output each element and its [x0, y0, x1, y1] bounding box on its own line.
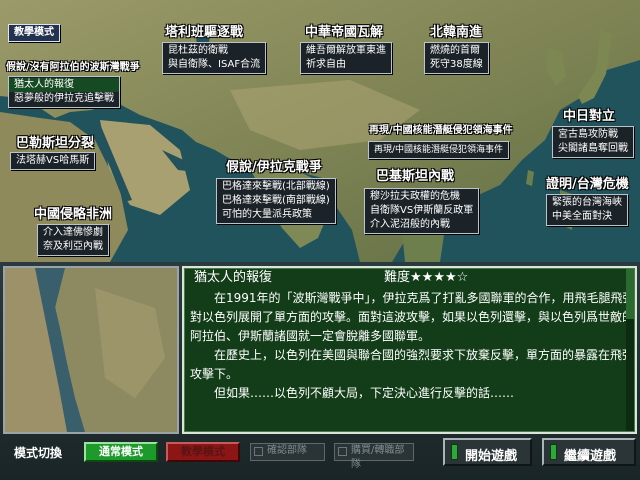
region-title-china-collapse: 中華帝國瓦解 [305, 25, 384, 40]
indicator-lamp-icon [550, 444, 557, 460]
teaching-mode-button[interactable]: 教學模式 [166, 442, 240, 462]
scenario-option[interactable]: 穆沙拉夫政權的危機 [370, 190, 473, 204]
purchase-deploy-button[interactable]: 購買/轉職部隊 [334, 443, 414, 470]
scenario-option-selected[interactable]: 猶太人的報復 [9, 78, 119, 92]
deploy-check-button[interactable]: 確認部隊 [250, 443, 325, 461]
scenario-option[interactable]: 維吾爾解放軍東進 [306, 44, 386, 58]
scenario-box-nuclear-sub[interactable]: 再現/中國核能潛艇侵犯領海事件 [368, 141, 510, 159]
scenario-option[interactable]: 自衛隊VS伊斯蘭反政軍 [370, 204, 473, 218]
region-title-pakistan: 巴基斯坦內戰 [376, 169, 455, 184]
scenario-box-china-collapse[interactable]: 維吾爾解放軍東進 祈求自由 [300, 42, 392, 74]
region-title-palestine: 巴勒斯坦分裂 [16, 136, 95, 151]
scenario-box-sino-japan[interactable]: 宮古島攻防戰 尖閣諸島奪回戰 [552, 126, 634, 158]
region-title-africa: 中國侵略非洲 [34, 207, 113, 222]
scenario-option[interactable]: 死守38度線 [430, 58, 483, 72]
briefing-header: 猶太人的報復 難度★★★★☆ [190, 268, 630, 286]
scenario-option[interactable]: 可怕的大量派兵政策 [222, 208, 330, 222]
briefing-scrollbar[interactable] [626, 269, 634, 431]
briefing-title: 猶太人的報復 [194, 270, 273, 285]
briefing-panel: 猶太人的報復 難度★★★★☆ 在1991年的「波斯灣戰爭中」，伊拉克爲了打亂多國… [182, 266, 637, 434]
mode-switch-label: 模式切換 [14, 446, 63, 460]
region-title-afghanistan: 塔利班驅逐戰 [165, 25, 244, 40]
indicator-lamp-icon [451, 444, 458, 460]
region-title-north-korea: 北韓南進 [430, 25, 483, 40]
tab-teaching-mode[interactable]: 教學模式 [8, 24, 60, 42]
scenario-option[interactable]: 緊張的台灣海峽 [552, 196, 622, 210]
scenario-option[interactable]: 巴格達來擊戰(北部戰線) [222, 180, 330, 194]
scenario-option[interactable]: 昆杜茲的衛戰 [168, 44, 260, 58]
minimap-terrain [5, 268, 177, 432]
checkbox-icon [338, 447, 347, 456]
bottom-bar: 模式切換 通常模式 教學模式 確認部隊 購買/轉職部隊 開始遊戲 繼續遊戲 [0, 436, 640, 480]
scenario-option[interactable]: 燃燒的首爾 [430, 44, 483, 58]
scenario-option[interactable]: 再現/中國核能潛艇侵犯領海事件 [374, 143, 503, 157]
scenario-box-taiwan[interactable]: 緊張的台灣海峽 中美全面對決 [546, 194, 628, 226]
scenario-option[interactable]: 介入泥沼般的內戰 [370, 218, 473, 232]
region-title-iraq-hypothesis: 假說/伊拉克戰爭 [226, 160, 322, 175]
scenario-box-africa[interactable]: 介入達佛慘劇 奈及利亞內戰 [37, 224, 109, 256]
scenario-box-pakistan[interactable]: 穆沙拉夫政權的危機 自衛隊VS伊斯蘭反政軍 介入泥沼般的內戰 [364, 188, 480, 234]
difficulty-label: 難度 [384, 270, 411, 285]
scenario-box-north-korea[interactable]: 燃燒的首爾 死守38度線 [424, 42, 489, 74]
difficulty-stars: ★★★★☆ [410, 270, 469, 285]
normal-mode-button[interactable]: 通常模式 [84, 442, 158, 462]
world-map: 教學模式 塔利班驅逐戰 昆杜茲的衛戰 與自衛隊、ISAF合流 中華帝國瓦解 維吾… [0, 0, 640, 262]
scenario-option[interactable]: 宮古島攻防戰 [558, 128, 628, 142]
briefing-paragraph: 但如果……以色列不顧大局，下定決心進行反擊的話…… [214, 386, 515, 400]
tab-label: 教學模式 [14, 27, 54, 38]
scenario-option[interactable]: 巴格達來擊戰(南部戰線) [222, 194, 330, 208]
region-title-sino-japan: 中日對立 [563, 109, 616, 124]
scenario-option[interactable]: 惡夢般的伊拉克追擊戰 [14, 92, 114, 106]
continue-game-button[interactable]: 繼續遊戲 [542, 438, 636, 466]
game-screen: 教學模式 塔利班驅逐戰 昆杜茲的衛戰 與自衛隊、ISAF合流 中華帝國瓦解 維吾… [0, 0, 640, 480]
region-title-taiwan: 證明/台灣危機 [546, 177, 629, 192]
difficulty-rating: 難度★★★★☆ [384, 268, 468, 287]
checkbox-icon [254, 447, 263, 456]
deploy-check-label: 確認部隊 [267, 445, 307, 456]
scenario-option[interactable]: 與自衛隊、ISAF合流 [168, 58, 260, 72]
scenario-box-iraq-hypothesis[interactable]: 巴格達來擊戰(北部戰線) 巴格達來擊戰(南部戰線) 可怕的大量派兵政策 [216, 178, 336, 224]
scenario-box-palestine[interactable]: 法塔赫VS哈馬斯 [10, 152, 96, 170]
purchase-deploy-label: 購買/轉職部隊 [351, 445, 405, 470]
scrollbar-thumb[interactable] [626, 269, 634, 319]
continue-game-label: 繼續遊戲 [564, 449, 617, 464]
region-title-nuclear-sub: 再現/中國核能潛艇侵犯領海事件 [369, 125, 513, 136]
briefing-body: 在1991年的「波斯灣戰爭中」，伊拉克爲了打亂多國聯軍的合作，用飛毛腿飛彈對以色… [190, 289, 635, 403]
scenario-box-gulf-hypothesis[interactable]: 猶太人的報復 惡夢般的伊拉克追擊戰 [8, 76, 120, 108]
briefing-paragraph: 在歷史上，以色列在美國與聯合國的強烈要求下放棄反擊，單方面的暴露在飛彈攻擊下。 [190, 348, 635, 381]
scenario-option[interactable]: 尖閣諸島奪回戰 [558, 142, 628, 156]
scenario-option[interactable]: 奈及利亞內戰 [43, 240, 103, 254]
scenario-option[interactable]: 法塔赫VS哈馬斯 [16, 154, 89, 168]
scenario-option[interactable]: 祈求自由 [306, 58, 386, 72]
region-title-gulf-hypothesis: 假說/沒有阿拉伯的波斯灣戰爭 [6, 62, 140, 73]
scenario-box-afghanistan[interactable]: 昆杜茲的衛戰 與自衛隊、ISAF合流 [162, 42, 267, 74]
start-game-label: 開始遊戲 [465, 449, 518, 464]
briefing-paragraph: 在1991年的「波斯灣戰爭中」，伊拉克爲了打亂多國聯軍的合作，用飛毛腿飛彈對以色… [190, 291, 635, 343]
scenario-option[interactable]: 介入達佛慘劇 [43, 226, 103, 240]
scenario-option[interactable]: 中美全面對決 [552, 210, 622, 224]
start-game-button[interactable]: 開始遊戲 [443, 438, 532, 466]
minimap[interactable] [3, 266, 179, 434]
